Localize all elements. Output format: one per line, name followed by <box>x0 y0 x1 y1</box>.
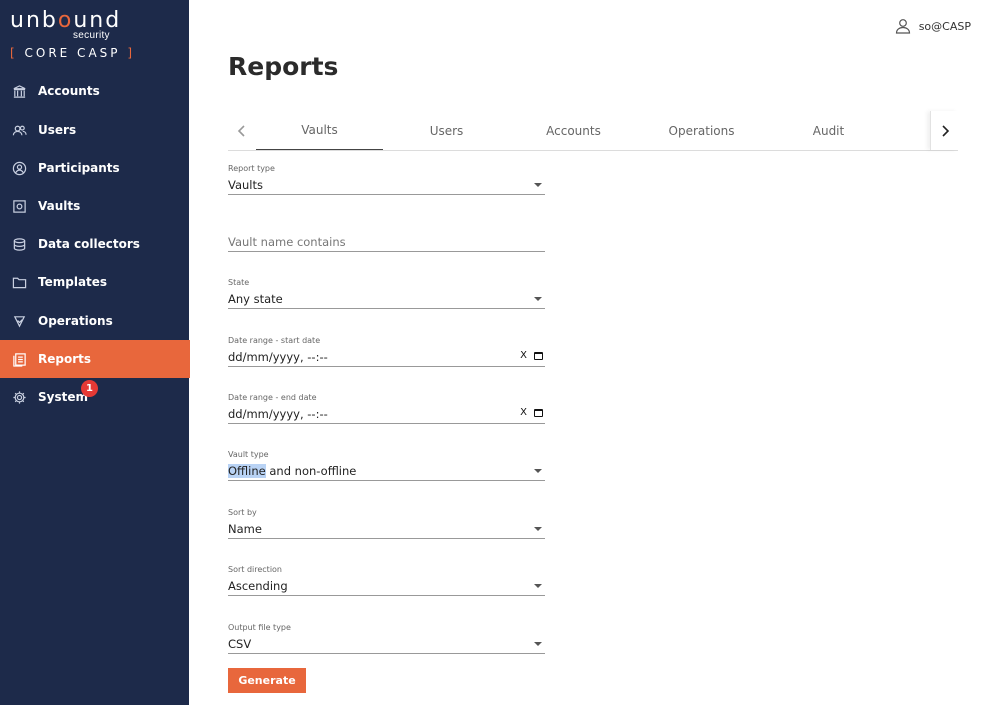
field-label: Output file type <box>228 623 291 632</box>
reports-icon <box>11 351 27 367</box>
tab-audit[interactable]: Audit <box>765 111 892 150</box>
chevron-left-icon <box>237 124 245 137</box>
product-name: [ CORE CASP ] <box>10 46 135 60</box>
field-value-rest: and non-offline <box>265 463 357 478</box>
participant-icon <box>11 160 27 176</box>
user-menu[interactable]: so@CASP <box>895 18 971 34</box>
tab-accounts[interactable]: Accounts <box>510 111 637 150</box>
caret-down-icon <box>534 183 542 187</box>
field-label: Sort by <box>228 508 257 517</box>
calendar-icon[interactable] <box>534 351 543 360</box>
field-value: dd/mm/yyyy, --:-- <box>228 406 328 421</box>
state-dropdown[interactable]: Any state <box>228 289 545 309</box>
sort-by-dropdown[interactable]: Name <box>228 519 545 539</box>
tab-users[interactable]: Users <box>383 111 510 150</box>
end-date-input[interactable]: dd/mm/yyyy, --:-- X <box>228 404 545 424</box>
sidebar: unbound security [ CORE CASP ] Accounts … <box>0 0 190 705</box>
tab-operations[interactable]: Operations <box>638 111 765 150</box>
sidebar-item-label: Reports <box>38 352 92 366</box>
vault-type-select: Vault type Offline and non-offline <box>228 450 545 481</box>
field-label: Sort direction <box>228 565 282 574</box>
field-value: Vaults <box>228 177 264 192</box>
sidebar-item-label: Accounts <box>38 84 100 98</box>
end-date-field: Date range - end date dd/mm/yyyy, --:-- … <box>228 393 545 424</box>
selected-text: Offline <box>228 463 266 478</box>
database-icon <box>11 236 27 252</box>
gear-icon <box>11 389 27 405</box>
sidebar-item-label: System <box>38 390 88 404</box>
caret-down-icon <box>534 469 542 473</box>
vault-type-dropdown[interactable]: Offline and non-offline <box>228 461 545 481</box>
vault-name-field <box>228 231 545 252</box>
user-name: so@CASP <box>918 19 971 33</box>
vault-icon <box>11 198 27 214</box>
date-controls: X <box>520 350 543 361</box>
generate-button[interactable]: Generate <box>228 668 306 693</box>
logo-subtitle: security <box>73 30 110 41</box>
sidebar-item-participants[interactable]: Participants <box>0 149 189 187</box>
output-type-dropdown[interactable]: CSV <box>228 634 545 654</box>
field-value: Ascending <box>228 578 288 593</box>
chevron-right-icon <box>941 124 949 137</box>
sidebar-item-label: Templates <box>38 275 108 289</box>
sidebar-item-users[interactable]: Users <box>0 111 189 149</box>
notification-badge: 1 <box>81 380 98 397</box>
sidebar-item-label: Data collectors <box>38 237 140 251</box>
field-value: Any state <box>228 291 283 306</box>
date-controls: X <box>520 407 543 418</box>
bank-icon <box>11 83 27 99</box>
caret-down-icon <box>534 297 542 301</box>
caret-down-icon <box>534 527 542 531</box>
sidebar-item-label: Operations <box>38 314 113 328</box>
sidebar-item-operations[interactable]: Operations <box>0 302 189 340</box>
field-value: dd/mm/yyyy, --:-- <box>228 349 328 364</box>
folder-icon <box>11 274 27 290</box>
sort-direction-dropdown[interactable]: Ascending <box>228 576 545 596</box>
sort-by-select: Sort by Name <box>228 508 545 539</box>
clear-date-button[interactable]: X <box>520 407 527 418</box>
sidebar-item-system[interactable]: System 1 <box>0 378 189 416</box>
sidebar-item-accounts[interactable]: Accounts <box>0 72 189 110</box>
state-select: State Any state <box>228 278 545 309</box>
field-label: Report type <box>228 164 275 173</box>
sidebar-item-label: Participants <box>38 161 120 175</box>
field-value: Name <box>228 521 262 536</box>
tabs-scroll-right-button[interactable] <box>930 111 958 150</box>
start-date-input[interactable]: dd/mm/yyyy, --:-- X <box>228 347 545 367</box>
field-label: Date range - end date <box>228 393 317 402</box>
logo: unbound security [ CORE CASP ] <box>10 8 180 61</box>
caret-down-icon <box>534 642 542 646</box>
report-type-dropdown[interactable]: Vaults <box>228 175 545 195</box>
vault-name-box <box>228 231 545 252</box>
sidebar-item-reports[interactable]: Reports <box>0 340 190 378</box>
user-icon <box>895 19 910 34</box>
sidebar-item-templates[interactable]: Templates <box>0 263 189 301</box>
tabs-scroll-left-button[interactable] <box>228 111 256 150</box>
operations-icon <box>11 313 27 329</box>
caret-down-icon <box>534 584 542 588</box>
sort-direction-select: Sort direction Ascending <box>228 565 545 596</box>
field-label: State <box>228 278 250 287</box>
report-type-select: Report type Vaults <box>228 164 545 195</box>
vault-name-input[interactable] <box>228 231 545 252</box>
sidebar-item-label: Vaults <box>38 199 81 213</box>
tab-vaults[interactable]: Vaults <box>256 111 383 150</box>
sidebar-item-vaults[interactable]: Vaults <box>0 187 189 225</box>
users-icon <box>11 122 27 138</box>
report-tabs: Vaults Users Accounts Operations Audit <box>228 111 958 151</box>
field-label: Date range - start date <box>228 336 321 345</box>
logo-wordmark: unbound <box>10 8 122 33</box>
sidebar-item-data-collectors[interactable]: Data collectors <box>0 225 189 263</box>
sidebar-item-label: Users <box>38 123 77 137</box>
field-value: Offline and non-offline <box>228 463 357 478</box>
clear-date-button[interactable]: X <box>520 350 527 361</box>
start-date-field: Date range - start date dd/mm/yyyy, --:-… <box>228 336 545 367</box>
field-label: Vault type <box>228 450 269 459</box>
calendar-icon[interactable] <box>534 408 543 417</box>
output-type-select: Output file type CSV <box>228 623 545 654</box>
field-value: CSV <box>228 636 252 651</box>
page-title: Reports <box>228 52 339 81</box>
